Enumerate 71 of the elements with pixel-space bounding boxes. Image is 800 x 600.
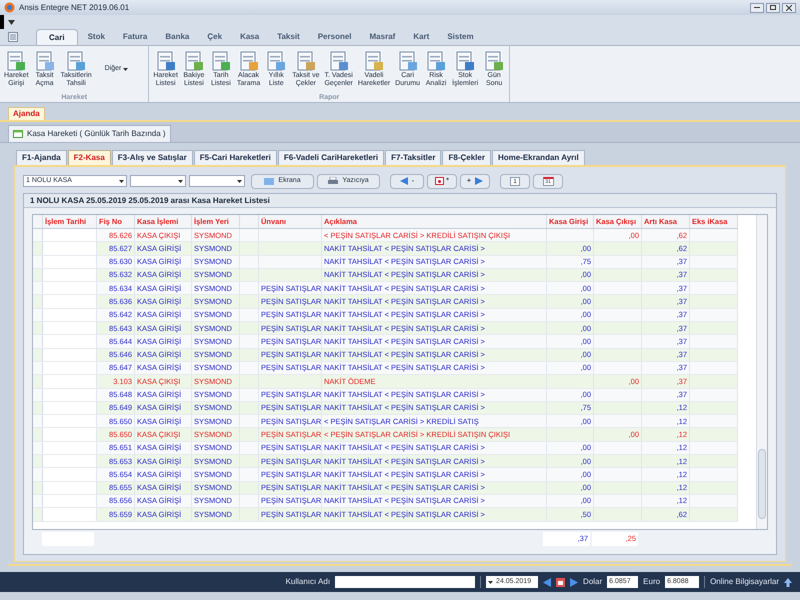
caret-icon bbox=[237, 180, 242, 182]
left-arrow-icon bbox=[400, 177, 408, 185]
close-button[interactable] bbox=[782, 2, 796, 12]
top-tab[interactable]: Ajanda bbox=[8, 107, 45, 120]
calendar-icon bbox=[434, 177, 444, 185]
page-tab[interactable]: F5-Cari Hareketleri bbox=[194, 150, 277, 165]
sheet-icon bbox=[425, 50, 448, 72]
printer-icon bbox=[328, 177, 338, 185]
next-day-button[interactable]: + bbox=[460, 174, 490, 188]
window-title: Ansis Entegre NET 2019.06.01 bbox=[19, 2, 130, 14]
document-tab-label: Kasa Hareketi ( Günlük Tarih Bazında ) bbox=[27, 128, 166, 140]
page-tab[interactable]: F7-Taksitler bbox=[385, 150, 442, 165]
document-tab[interactable]: Kasa Hareketi ( Günlük Tarih Bazında ) bbox=[8, 125, 171, 142]
ribbon-tab[interactable]: Kart bbox=[405, 29, 438, 45]
caret-icon bbox=[488, 580, 494, 584]
today-button[interactable]: * bbox=[427, 174, 457, 188]
sheet-icon bbox=[396, 50, 419, 72]
right-arrow-icon bbox=[475, 177, 484, 185]
ribbon-tab[interactable]: Çek bbox=[199, 29, 230, 45]
document-icon bbox=[13, 130, 23, 138]
scrollbar[interactable] bbox=[756, 215, 767, 529]
app-logo-icon bbox=[4, 2, 15, 13]
caret-icon bbox=[123, 68, 128, 71]
ribbon-tab[interactable]: Taksit bbox=[269, 29, 308, 45]
page-tab[interactable]: F2-Kasa bbox=[68, 150, 111, 165]
sheet-icon bbox=[483, 50, 506, 72]
ribbon-tab[interactable]: Cari bbox=[36, 29, 78, 45]
user-field[interactable] bbox=[335, 576, 476, 588]
sheet-icon bbox=[34, 50, 56, 72]
maximize-button[interactable] bbox=[766, 2, 780, 12]
ribbon-tab[interactable]: Banka bbox=[157, 29, 198, 45]
caret-icon bbox=[178, 180, 183, 182]
previous-day-button[interactable]: - bbox=[390, 174, 424, 188]
sheet-icon bbox=[65, 50, 88, 72]
monitor-icon bbox=[264, 178, 274, 184]
close-icon bbox=[786, 4, 792, 10]
sheet-icon bbox=[454, 50, 476, 72]
up-arrow-icon[interactable] bbox=[784, 578, 792, 586]
dropdown-arrow-icon[interactable] bbox=[8, 20, 15, 24]
ribbon-tab[interactable]: Stok bbox=[80, 29, 113, 45]
minimize-button[interactable] bbox=[750, 2, 764, 12]
sheet-icon bbox=[328, 50, 350, 72]
sheet-icon bbox=[238, 50, 260, 72]
sheet-icon bbox=[154, 50, 177, 72]
ribbon-tab[interactable]: Personel bbox=[310, 29, 360, 45]
dollar-label: Dolar bbox=[583, 576, 602, 588]
sheet-icon bbox=[363, 50, 386, 72]
user-label: Kullanıcı Adı bbox=[286, 576, 330, 588]
ribbon-tab[interactable]: Sistem bbox=[439, 29, 482, 45]
sheet-icon bbox=[5, 50, 28, 72]
online-computers-link[interactable]: Online Bilgisayarlar bbox=[710, 576, 779, 588]
filter-select[interactable] bbox=[130, 175, 186, 187]
next-icon[interactable] bbox=[570, 578, 578, 586]
list-title: 1 NOLU KASA 25.05.2019 25.05.2019 arası Kasa Hareket Listesi bbox=[30, 194, 270, 206]
calendar-icon[interactable] bbox=[556, 578, 566, 586]
page-tab[interactable]: F3-Alış ve Satışlar bbox=[112, 150, 193, 165]
previous-icon[interactable] bbox=[543, 578, 552, 586]
filter-select[interactable] bbox=[189, 175, 245, 187]
page-tab[interactable]: Home-Ekrandan Ayrıl bbox=[492, 150, 585, 165]
ribbon-tab[interactable]: Fatura bbox=[114, 29, 156, 45]
sheet-icon bbox=[210, 50, 232, 72]
page-tab[interactable]: F1-Ajanda bbox=[16, 150, 67, 165]
caret-icon bbox=[119, 180, 124, 182]
sheet-icon bbox=[182, 50, 205, 72]
sheet-icon bbox=[294, 50, 317, 72]
sheet-icon bbox=[265, 50, 288, 72]
ribbon-tab[interactable]: Kasa bbox=[232, 29, 268, 45]
page-tab[interactable]: F8-Çekler bbox=[442, 150, 491, 165]
ribbon-tab[interactable]: Masraf bbox=[362, 29, 404, 45]
page-tab[interactable]: F6-Vadeli CariHareketleri bbox=[278, 150, 384, 165]
euro-label: Euro bbox=[643, 576, 660, 588]
